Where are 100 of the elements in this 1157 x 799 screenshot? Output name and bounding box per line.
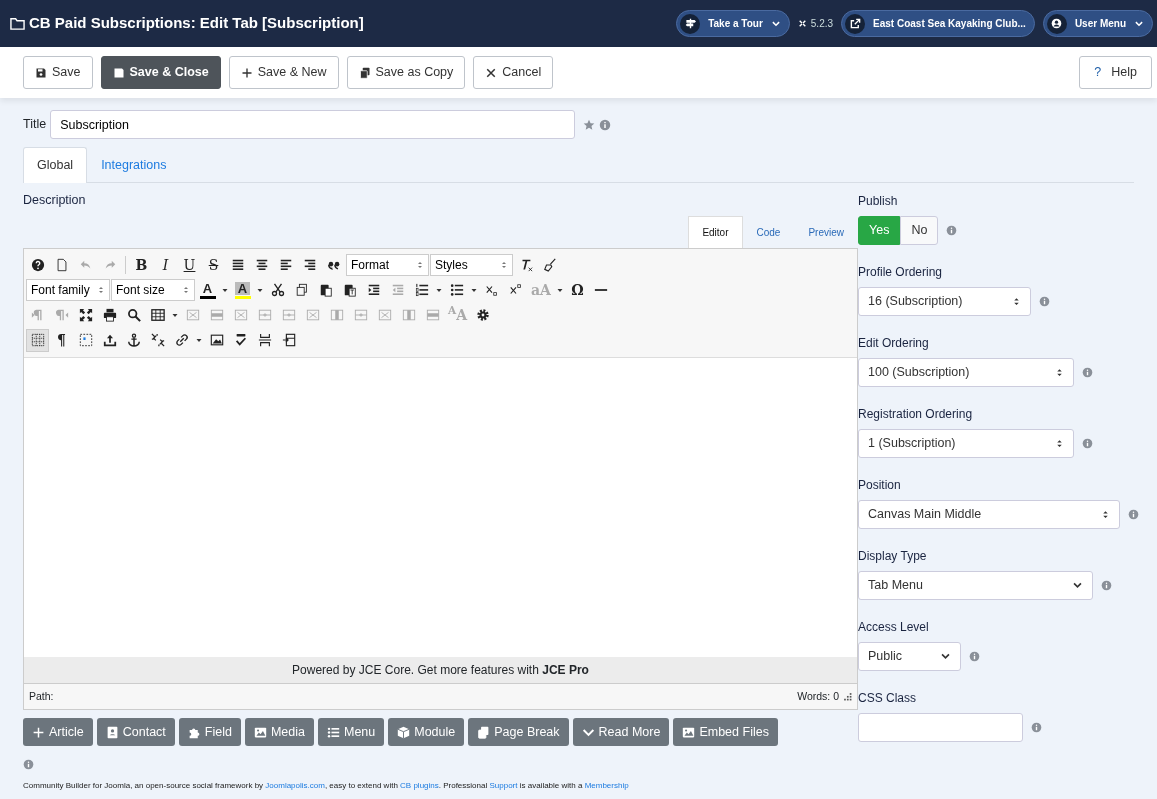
footer-link[interactable]: Joomlapolis.com [265, 780, 325, 790]
user-icon [1051, 18, 1063, 29]
info-icon [1082, 437, 1093, 449]
image-icon [253, 725, 267, 739]
user-menu-button[interactable]: User Menu [1042, 10, 1153, 37]
toolbar-select[interactable]: Styles [430, 254, 513, 276]
align-right-icon [302, 258, 317, 272]
print-icon [102, 308, 117, 322]
insert-button[interactable]: Embed Files [673, 718, 778, 747]
close-icon [485, 66, 498, 79]
editor-tab[interactable]: Code [742, 215, 795, 248]
insert-button[interactable]: Read More [572, 718, 670, 747]
sort-icon [1012, 296, 1021, 306]
toolbar-select[interactable]: Font size [111, 279, 195, 301]
text-color-button[interactable]: A [231, 278, 254, 302]
outdent-icon [390, 283, 405, 297]
plus-icon [32, 725, 45, 739]
select-field[interactable]: 1 (Subscription) [858, 428, 1074, 458]
sort-icon [97, 286, 105, 294]
insert-button[interactable]: Article [23, 718, 93, 747]
contact-card-icon [105, 725, 119, 739]
table-column-icon [329, 308, 344, 322]
insert-button[interactable]: Media [244, 718, 314, 747]
table-column-icon [401, 308, 416, 322]
insert-button[interactable]: Page Break [468, 718, 569, 747]
info-icon [1082, 366, 1093, 378]
insert-button[interactable]: Menu [317, 718, 385, 747]
insert-button[interactable]: Module [388, 718, 465, 747]
copy-icon [358, 66, 371, 79]
tab[interactable]: Global [23, 147, 88, 183]
word-count: Words: 0 [797, 688, 839, 704]
format-button[interactable]: S [202, 253, 225, 277]
format-button[interactable]: I [154, 253, 177, 277]
field-label: Position [858, 476, 902, 494]
footer-link[interactable]: CB plugins [400, 780, 439, 790]
info-icon [1031, 721, 1042, 733]
info-icon [969, 650, 980, 662]
grid-button[interactable] [26, 328, 49, 352]
table-insert-icon [353, 308, 368, 322]
toolbar-button[interactable]: Save & New [228, 56, 339, 89]
list-icon [326, 725, 340, 739]
help-button[interactable]: ? Help [1079, 56, 1152, 89]
toolbar-select[interactable]: Font family [26, 279, 110, 301]
editor-tab[interactable]: Editor [688, 215, 743, 248]
text-field[interactable] [858, 712, 1023, 742]
upload-icon [102, 333, 117, 347]
toolbar-button[interactable]: Save [23, 56, 93, 89]
select-field[interactable]: Canvas Main Middle [858, 499, 1120, 529]
format-button[interactable]: B [130, 253, 153, 277]
field-label: Description [23, 191, 87, 209]
save-icon [112, 66, 125, 79]
toolbar-button[interactable]: Save as Copy [346, 56, 466, 89]
toolbar-button[interactable]: ¶ [50, 328, 73, 352]
info-icon [1128, 508, 1139, 520]
insert-template-icon [281, 333, 296, 347]
tour-button[interactable]: Take a Tour [676, 10, 790, 37]
field-label: CSS Class [858, 689, 917, 707]
editor-notice: Powered by JCE Core. Get more features with JCE Pro [24, 656, 857, 684]
toggle-option[interactable]: No [900, 215, 939, 245]
path-label: Path: [29, 688, 54, 704]
toolbar-select[interactable]: Format [346, 254, 429, 276]
table-row-icon [425, 308, 440, 322]
dashed-box-icon [78, 333, 93, 347]
insert-button[interactable]: Field [178, 718, 241, 747]
anchor-icon [126, 333, 141, 347]
table-cell-icon [233, 308, 248, 322]
footer-link[interactable]: Membership [584, 780, 629, 790]
field-label: Title [23, 116, 47, 134]
toolbar-button[interactable]: Save & Close [100, 56, 221, 89]
sort-icon [182, 286, 190, 294]
image-icon [682, 725, 696, 739]
paragraph-ltr-icon [30, 308, 45, 322]
help-icon [30, 258, 45, 272]
select-field[interactable]: 100 (Subscription) [858, 357, 1074, 387]
site-link[interactable]: East Coast Sea Kayaking Club... [841, 10, 1035, 37]
editor-tab[interactable]: Preview [794, 215, 858, 248]
sort-icon [1101, 509, 1110, 519]
field-label: Profile Ordering [858, 263, 944, 281]
select-field[interactable]: Tab Menu [858, 570, 1093, 600]
toolbar-button[interactable]: Cancel [473, 56, 554, 89]
info-icon [1039, 295, 1050, 307]
toolbar-button[interactable]: Ω [565, 278, 589, 302]
sort-icon [416, 261, 424, 269]
fullscreen-icon [78, 308, 93, 322]
subscript-icon [484, 283, 499, 297]
sort-icon [500, 261, 508, 269]
select-field[interactable]: 16 (Subscription) [858, 286, 1031, 316]
text-color-button[interactable]: A [196, 278, 219, 302]
insert-button[interactable]: Contact [96, 718, 175, 747]
footer-link[interactable]: Support [489, 780, 518, 790]
tab[interactable]: Integrations [87, 147, 181, 183]
grid-icon [30, 333, 45, 347]
select-field[interactable]: Public [858, 641, 961, 671]
field-label: Access Level [858, 618, 930, 636]
title-field[interactable]: Subscription [50, 110, 576, 139]
format-button[interactable]: U [178, 253, 201, 277]
link-icon [174, 333, 189, 347]
star-icon [583, 118, 596, 131]
cube-icon [397, 725, 411, 739]
justify-icon [230, 258, 245, 272]
